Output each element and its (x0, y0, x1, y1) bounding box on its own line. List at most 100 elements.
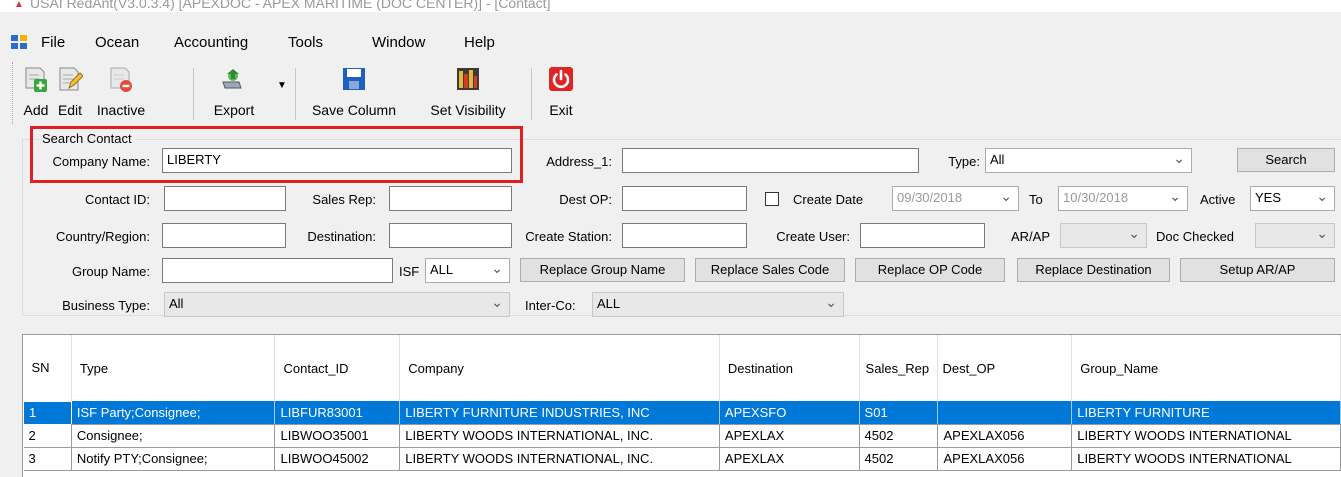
create-date-to-picker[interactable]: 10/30/2018 ⌄ (1058, 186, 1188, 211)
replace-sales-code-button[interactable]: Replace Sales Code (695, 258, 845, 282)
create-date-checkbox[interactable] (765, 192, 779, 206)
dest-op-label: Dest OP: (559, 192, 612, 207)
table-row[interactable]: 1 ISF Party;Consignee; LIBFUR83001 LIBER… (23, 400, 1341, 425)
dest-op-input[interactable] (622, 186, 747, 211)
replace-group-name-button[interactable]: Replace Group Name (520, 258, 685, 282)
business-type-select[interactable]: All ⌄ (164, 292, 510, 317)
table-row[interactable]: 3 Notify PTY;Consignee; LIBWOO45002 LIBE… (23, 447, 1341, 471)
export-button[interactable]: Export (201, 62, 267, 122)
toolbar-separator (193, 68, 194, 120)
interco-label: Inter-Co: (525, 298, 576, 313)
to-label: To (1029, 192, 1043, 207)
column-header-group-name[interactable]: Group_Name (1071, 335, 1341, 401)
type-label: Type: (948, 154, 980, 169)
isf-label: ISF (399, 264, 420, 279)
title-bar: ▲ USAI RedAnt(V3.0.3.4) [APEXDOC - APEX … (0, 0, 1341, 12)
cell-sales-rep[interactable]: S01 (859, 401, 939, 425)
setup-arap-button[interactable]: Setup AR/AP (1180, 258, 1335, 282)
cell-contact-id[interactable]: LIBWOO35001 (274, 424, 401, 448)
cell-dest-op[interactable]: APEXLAX056 (937, 424, 1073, 448)
address1-label: Address_1: (546, 154, 612, 169)
country-region-input[interactable] (162, 223, 286, 248)
cell-sales-rep[interactable]: 4502 (859, 424, 939, 448)
set-visibility-button[interactable]: Set Visibility (413, 62, 523, 122)
cell-company[interactable]: LIBERTY WOODS INTERNATIONAL, INC. (399, 447, 720, 471)
column-header-contact-id[interactable]: Contact_ID (274, 335, 401, 401)
menu-accounting[interactable]: Accounting (172, 34, 250, 51)
doc-checked-select[interactable]: ⌄ (1255, 223, 1335, 248)
cell-contact-id[interactable]: LIBFUR83001 (274, 401, 401, 425)
inactive-label: Inactive (96, 102, 146, 118)
column-header-destination[interactable]: Destination (719, 335, 860, 401)
menu-file[interactable]: File (39, 34, 67, 51)
cell-sales-rep[interactable]: 4502 (859, 447, 939, 471)
cell-contact-id[interactable]: LIBWOO45002 (274, 447, 401, 471)
contact-id-label: Contact ID: (84, 192, 150, 207)
column-header-company[interactable]: Company (399, 335, 720, 401)
column-header-sn[interactable]: SN (23, 335, 72, 401)
replace-op-code-button[interactable]: Replace OP Code (855, 258, 1005, 282)
inactive-button[interactable]: Inactive (89, 62, 153, 122)
create-user-input[interactable] (860, 223, 985, 248)
cell-dest-op[interactable]: APEXLAX056 (937, 447, 1073, 471)
search-button[interactable]: Search (1237, 148, 1335, 172)
group-name-label: Group Name: (71, 264, 150, 279)
country-region-label: Country/Region: (56, 229, 150, 244)
destination-input[interactable] (389, 223, 512, 248)
app-menu-icon[interactable] (11, 35, 27, 49)
cell-sn[interactable]: 2 (23, 424, 72, 448)
contact-id-input[interactable] (164, 186, 286, 211)
cell-company[interactable]: LIBERTY FURNITURE INDUSTRIES, INC (399, 401, 720, 425)
cell-group-name[interactable]: LIBERTY WOODS INTERNATIONAL (1071, 424, 1341, 448)
arap-select[interactable]: ⌄ (1060, 223, 1147, 248)
cell-type[interactable]: ISF Party;Consignee; (71, 401, 276, 425)
menu-tools[interactable]: Tools (286, 34, 325, 51)
column-header-sales-rep[interactable]: Sales_Rep (859, 335, 939, 401)
type-select[interactable]: All ⌄ (985, 148, 1192, 173)
sales-rep-input[interactable] (389, 186, 512, 211)
isf-select[interactable]: ALL ⌄ (425, 258, 510, 283)
cell-destination[interactable]: APEXLAX (719, 424, 860, 448)
group-name-input[interactable] (162, 258, 393, 283)
cell-sn[interactable]: 3 (23, 447, 72, 471)
cell-destination[interactable]: APEXSFO (719, 401, 860, 425)
company-name-input[interactable]: LIBERTY (162, 148, 512, 173)
column-header-type[interactable]: Type (71, 335, 276, 401)
exit-button[interactable]: Exit (539, 62, 583, 122)
table-row[interactable]: 2 Consignee; LIBWOO35001 LIBERTY WOODS I… (23, 424, 1341, 448)
create-station-input[interactable] (622, 223, 747, 248)
business-type-value: All (169, 296, 184, 311)
menu-window[interactable]: Window (370, 34, 427, 51)
sales-rep-label: Sales Rep: (312, 192, 376, 207)
contact-table: SN Type Contact_ID Company Destination S… (23, 335, 1341, 471)
cell-type[interactable]: Consignee; (71, 424, 276, 448)
create-user-label: Create User: (776, 229, 850, 244)
address1-input[interactable] (622, 148, 919, 173)
replace-destination-button[interactable]: Replace Destination (1017, 258, 1170, 282)
create-date-from-picker[interactable]: 09/30/2018 ⌄ (892, 186, 1019, 211)
cell-dest-op[interactable] (937, 401, 1073, 425)
destination-label: Destination: (307, 229, 376, 244)
business-type-label: Business Type: (62, 298, 150, 313)
column-header-dest-op[interactable]: Dest_OP (937, 335, 1073, 401)
cell-company[interactable]: LIBERTY WOODS INTERNATIONAL, INC. (399, 424, 720, 448)
cell-sn[interactable]: 1 (23, 400, 72, 425)
create-date-label: Create Date (793, 192, 864, 207)
search-contact-title: Search Contact (42, 131, 135, 146)
cell-group-name[interactable]: LIBERTY FURNITURE (1071, 401, 1341, 425)
add-icon (25, 67, 47, 92)
edit-button[interactable]: Edit (53, 62, 87, 122)
cell-group-name[interactable]: LIBERTY WOODS INTERNATIONAL (1071, 447, 1341, 471)
chevron-down-icon: ⌄ (1169, 188, 1181, 204)
cell-destination[interactable]: APEXLAX (719, 447, 860, 471)
menu-ocean[interactable]: Ocean (93, 34, 141, 51)
save-column-button[interactable]: Save Column (303, 62, 405, 122)
interco-select[interactable]: ALL ⌄ (592, 292, 844, 317)
contact-grid[interactable]: SN Type Contact_ID Company Destination S… (22, 334, 1341, 477)
cell-type[interactable]: Notify PTY;Consignee; (71, 447, 276, 471)
export-dropdown-arrow-icon[interactable]: ▼ (277, 80, 287, 91)
menu-help[interactable]: Help (462, 34, 497, 51)
add-button[interactable]: Add (19, 62, 53, 122)
active-select[interactable]: YES ⌄ (1250, 186, 1335, 211)
chevron-down-icon: ⌄ (1173, 150, 1185, 166)
